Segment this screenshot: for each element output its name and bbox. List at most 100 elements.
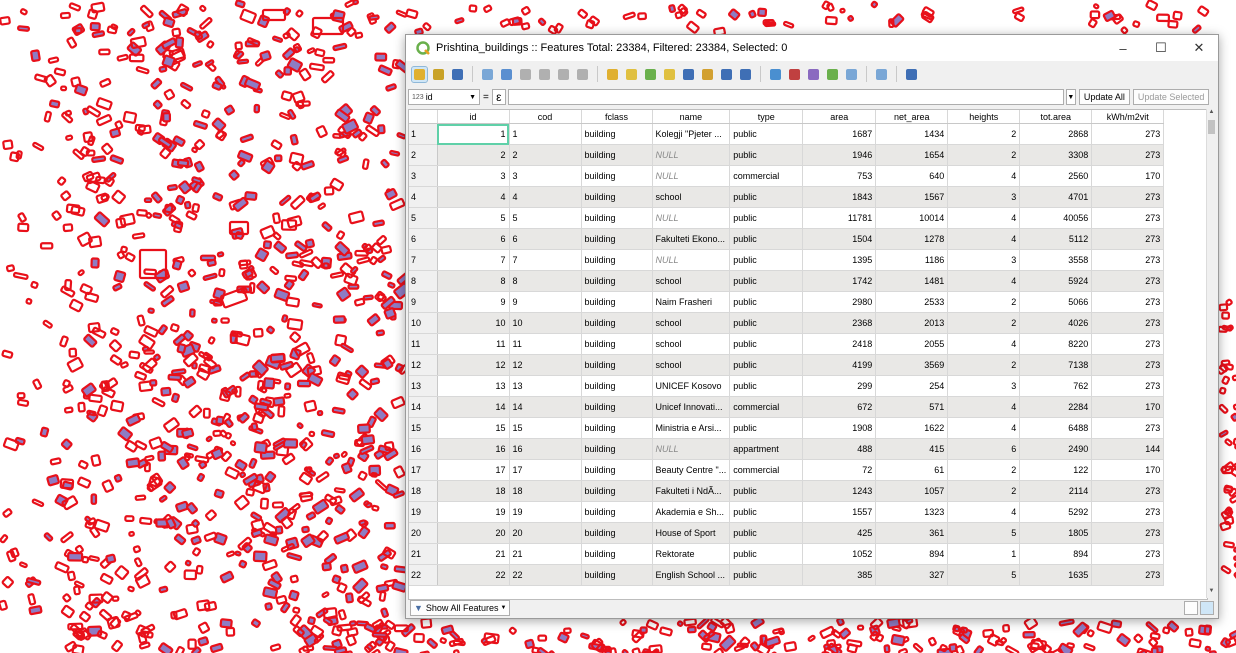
table-cell[interactable]: 11 (437, 333, 510, 355)
row-header[interactable]: 15 (409, 417, 438, 439)
table-cell[interactable]: 3308 (1019, 144, 1093, 166)
row-header[interactable]: 2 (409, 144, 438, 166)
table-cell[interactable]: 14 (437, 396, 510, 418)
table-cell[interactable]: 12 (509, 354, 582, 376)
table-cell[interactable]: 894 (1019, 543, 1093, 565)
table-cell[interactable]: 5924 (1019, 270, 1093, 292)
table-cell[interactable]: 4701 (1019, 186, 1093, 208)
table-cell[interactable]: school (652, 186, 731, 208)
show-all-features-button[interactable]: ▼ Show All Features ▼ (410, 600, 511, 616)
row-header[interactable]: 9 (409, 291, 438, 313)
table-cell[interactable]: 4 (437, 186, 510, 208)
table-cell[interactable]: 122 (1019, 459, 1093, 481)
table-cell[interactable]: 144 (1091, 438, 1165, 460)
table-row[interactable]: 2 2 2 building NULL public 1946 1654 2 3308 273 (409, 144, 1165, 166)
table-cell[interactable]: public (729, 501, 804, 523)
table-cell[interactable]: 4 (947, 333, 1021, 355)
table-cell[interactable]: 13 (437, 375, 510, 397)
table-cell[interactable]: public (729, 543, 804, 565)
column-header[interactable]: id (437, 110, 510, 124)
table-cell[interactable]: 1908 (802, 417, 877, 439)
table-cell[interactable]: 640 (875, 165, 949, 187)
table-cell[interactable]: 488 (802, 438, 877, 460)
table-cell[interactable]: 4 (947, 501, 1021, 523)
table-row[interactable]: 14 14 14 building Unicef Innovati... commerci… (409, 396, 1165, 418)
actions-icon[interactable] (844, 67, 859, 82)
attribute-table[interactable]: id cod fclass name type area net_area heights to… (408, 109, 1208, 600)
table-cell[interactable]: building (581, 123, 653, 145)
table-cell[interactable]: 72 (802, 459, 877, 481)
table-cell[interactable]: 1243 (802, 480, 877, 502)
table-cell[interactable]: public (729, 291, 804, 313)
table-cell[interactable]: 571 (875, 396, 949, 418)
table-cell[interactable]: 273 (1091, 354, 1165, 376)
new-field-icon[interactable] (768, 67, 783, 82)
table-cell[interactable]: 1557 (802, 501, 877, 523)
row-header[interactable]: 5 (409, 207, 438, 229)
table-cell[interactable]: building (581, 312, 653, 334)
table-cell[interactable]: public (729, 312, 804, 334)
pencil-icon[interactable] (411, 65, 428, 83)
table-cell[interactable]: 3 (947, 375, 1021, 397)
scroll-up-icon[interactable]: ▲ (1207, 109, 1216, 119)
table-cell[interactable]: 273 (1091, 564, 1165, 586)
table-cell[interactable]: building (581, 228, 653, 250)
table-row[interactable]: 18 18 18 building Fakulteti i NdÃ... public 12… (409, 480, 1165, 502)
table-cell[interactable]: 2 (947, 291, 1021, 313)
invert-selection-icon[interactable] (643, 67, 658, 82)
table-cell[interactable]: school (652, 354, 731, 376)
table-cell[interactable]: 7 (509, 249, 582, 271)
zoom-map-icon[interactable] (904, 67, 919, 82)
table-cell[interactable]: 5 (437, 207, 510, 229)
table-cell[interactable]: public (729, 270, 804, 292)
table-cell[interactable]: public (729, 417, 804, 439)
table-cell[interactable]: NULL (652, 249, 731, 271)
table-cell[interactable]: 1654 (875, 144, 949, 166)
table-row[interactable]: 4 4 4 building school public 1843 1567 3 4701 273 (409, 186, 1165, 208)
table-cell[interactable]: 299 (802, 375, 877, 397)
deselect-icon[interactable] (662, 67, 677, 82)
table-cell[interactable]: 2 (509, 144, 582, 166)
row-header[interactable]: 21 (409, 543, 438, 565)
column-header[interactable]: name (652, 110, 731, 124)
table-cell[interactable]: 4 (947, 417, 1021, 439)
table-cell[interactable]: public (729, 144, 804, 166)
table-cell[interactable]: public (729, 228, 804, 250)
table-cell[interactable]: 1278 (875, 228, 949, 250)
vertical-scrollbar[interactable]: ▲ ▼ (1206, 109, 1216, 598)
table-row[interactable]: 16 16 16 building NULL appartment 488 415 6 2490 1… (409, 438, 1165, 460)
table-cell[interactable]: building (581, 249, 653, 271)
table-cell[interactable]: 3 (509, 165, 582, 187)
table-cell[interactable]: 254 (875, 375, 949, 397)
table-row[interactable]: 20 20 20 building House of Sport public 425 361… (409, 522, 1165, 544)
table-cell[interactable]: 1946 (802, 144, 877, 166)
filter-icon[interactable] (681, 67, 696, 82)
table-row[interactable]: 3 3 3 building NULL commercial 753 640 4 2560 170 (409, 165, 1165, 187)
column-header[interactable]: tot.area (1019, 110, 1093, 124)
table-cell[interactable]: 1323 (875, 501, 949, 523)
table-cell[interactable]: 3 (947, 186, 1021, 208)
table-cell[interactable]: public (729, 123, 804, 145)
column-header[interactable]: type (729, 110, 804, 124)
table-cell[interactable]: 7138 (1019, 354, 1093, 376)
expression-builder-button[interactable]: ε (491, 89, 506, 105)
row-header[interactable]: 4 (409, 186, 438, 208)
table-cell[interactable]: 1434 (875, 123, 949, 145)
table-cell[interactable]: building (581, 333, 653, 355)
row-header[interactable]: 6 (409, 228, 438, 250)
select-expression-icon[interactable] (605, 67, 620, 82)
paste-icon[interactable] (575, 67, 590, 82)
table-cell[interactable]: 1481 (875, 270, 949, 292)
row-header[interactable]: 12 (409, 354, 438, 376)
field-calculator-icon[interactable] (806, 67, 821, 82)
table-cell[interactable]: 9 (509, 291, 582, 313)
row-header[interactable]: 10 (409, 312, 438, 334)
table-cell[interactable]: building (581, 186, 653, 208)
row-header[interactable]: 20 (409, 522, 438, 544)
table-cell[interactable]: 2114 (1019, 480, 1093, 502)
table-cell[interactable]: school (652, 333, 731, 355)
table-cell[interactable]: 1 (509, 123, 582, 145)
column-header[interactable]: net_area (875, 110, 949, 124)
table-cell[interactable]: 5 (509, 207, 582, 229)
table-cell[interactable]: building (581, 144, 653, 166)
